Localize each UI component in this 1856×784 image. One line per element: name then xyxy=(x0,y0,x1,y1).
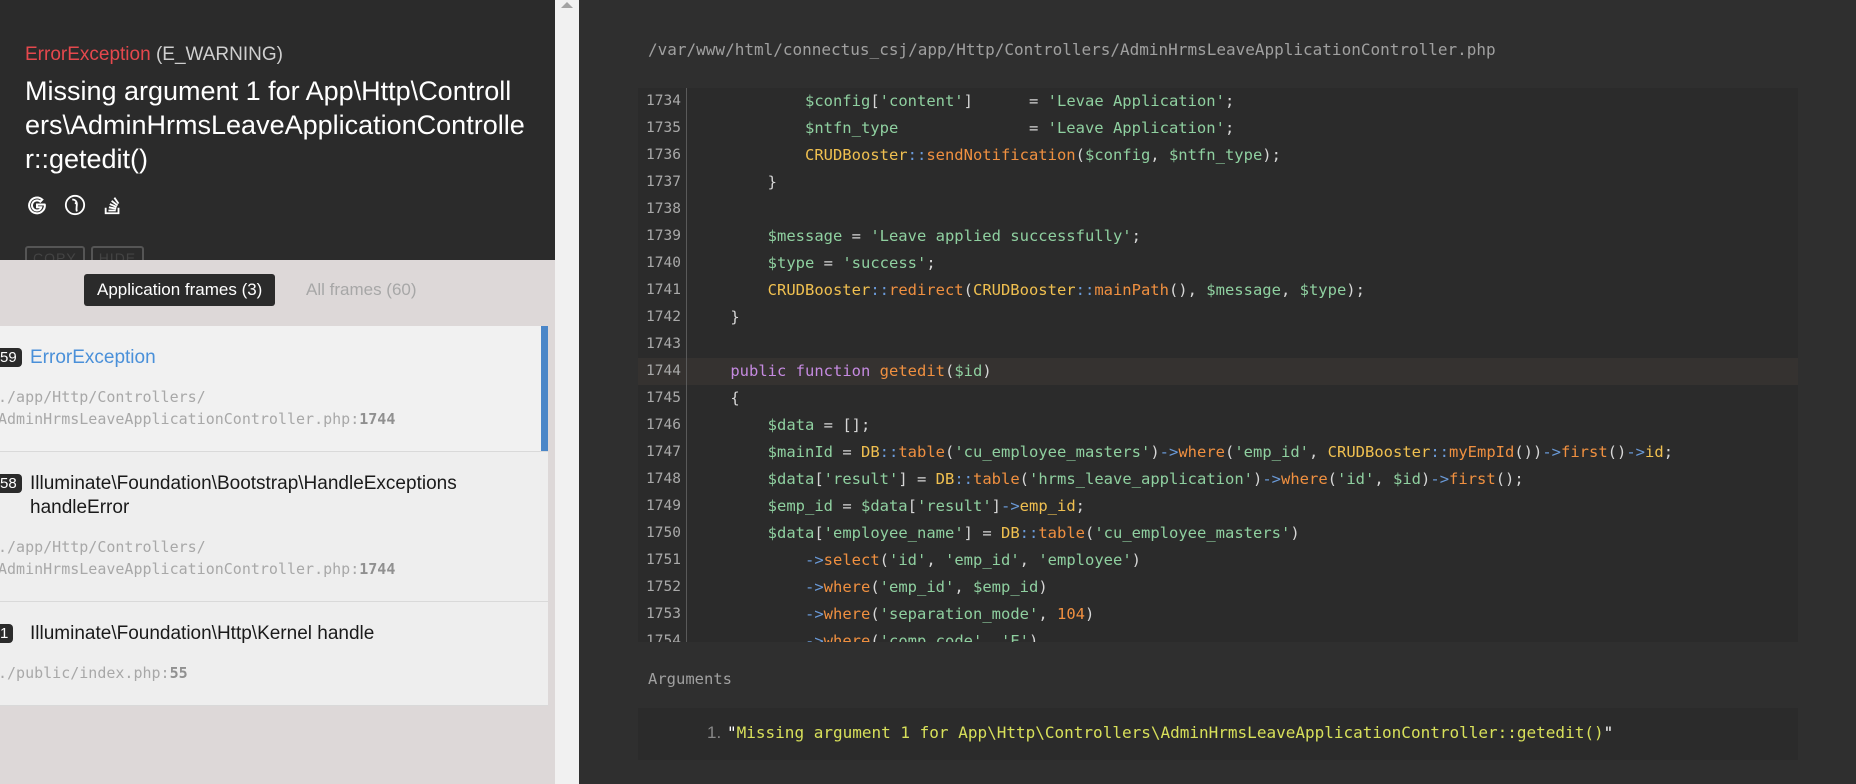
frame-line: 1744 xyxy=(359,560,396,578)
line-number: 1744 xyxy=(638,358,687,385)
frame-index: 1 xyxy=(0,624,14,643)
frame-line: 55 xyxy=(169,664,188,682)
frames-list: 59 ErrorException ./app/Http/Controllers… xyxy=(0,326,548,706)
code-panel: /var/www/html/connectus_csj/app/Http/Con… xyxy=(579,0,1856,784)
line-number: 1745 xyxy=(638,385,687,412)
frame-index: 59 xyxy=(0,348,22,367)
tab-application-frames[interactable]: Application frames (3) xyxy=(84,274,276,306)
frame-index: 58 xyxy=(0,474,22,493)
code-line: 1741 CRUDBooster::redirect(CRUDBooster::… xyxy=(638,277,1798,304)
frame-title: Illuminate\Foundation\Http\Kernel handle xyxy=(30,623,375,644)
line-number: 1747 xyxy=(638,439,687,466)
exception-type-line: ErrorException (E_WARNING) xyxy=(25,44,283,66)
line-number: 1740 xyxy=(638,250,687,277)
code-line: 1749 $emp_id = $data['result']->emp_id; xyxy=(638,493,1798,520)
exception-header: ErrorException (E_WARNING) Missing argum… xyxy=(0,0,555,260)
argument-value: "Missing argument 1 for App\Http\Control… xyxy=(727,723,1614,742)
code-line: 1752 ->where('emp_id', $emp_id) xyxy=(638,574,1798,601)
line-number: 1748 xyxy=(638,466,687,493)
frame-path: ./app/Http/Controllers/ AdminHrmsLeaveAp… xyxy=(0,538,396,578)
frame-item[interactable]: 1 Illuminate\Foundation\Http\Kernel hand… xyxy=(0,602,548,706)
highlighted-code-line: 1744 public function getedit($id) xyxy=(638,358,1798,385)
code-line: 1754 ->where('comp_code', 'E') xyxy=(638,628,1798,642)
code-line: 1753 ->where('separation_mode', 104) xyxy=(638,601,1798,628)
arguments-label: Arguments xyxy=(648,670,732,688)
arguments-box: 1. "Missing argument 1 for App\Http\Cont… xyxy=(638,708,1798,760)
code-line: 1737 } xyxy=(638,169,1798,196)
line-number: 1736 xyxy=(638,142,687,169)
line-number: 1743 xyxy=(638,331,687,358)
exception-class: ErrorException xyxy=(25,44,151,65)
line-number: 1749 xyxy=(638,493,687,520)
line-number: 1750 xyxy=(638,520,687,547)
code-line: 1750 $data['employee_name'] = DB::table(… xyxy=(638,520,1798,547)
frame-item[interactable]: 58 Illuminate\Foundation\Bootstrap\Handl… xyxy=(0,452,548,602)
line-number: 1751 xyxy=(638,547,687,574)
code-line: 1734 $config['content'] = 'Levae Applica… xyxy=(638,88,1798,115)
line-number: 1741 xyxy=(638,277,687,304)
search-icons xyxy=(25,193,125,217)
code-line: 1736 CRUDBooster::sendNotification($conf… xyxy=(638,142,1798,169)
duckduckgo-icon[interactable] xyxy=(63,193,87,217)
code-line: 1739 $message = 'Leave applied successfu… xyxy=(638,223,1798,250)
argument-index: 1. xyxy=(707,723,722,742)
scrollbar[interactable] xyxy=(555,0,579,784)
frame-line: 1744 xyxy=(359,410,396,428)
tab-all-frames[interactable]: All frames (60) xyxy=(306,280,417,300)
line-number: 1735 xyxy=(638,115,687,142)
code-line: 1745 { xyxy=(638,385,1798,412)
header-buttons: COPY HIDE xyxy=(25,246,145,260)
line-number: 1752 xyxy=(638,574,687,601)
scroll-up-arrow-icon[interactable] xyxy=(561,2,573,8)
frame-title: ErrorException xyxy=(30,347,156,368)
code-line: 1735 $ntfn_type = 'Leave Application'; xyxy=(638,115,1798,142)
line-number: 1739 xyxy=(638,223,687,250)
code-line: 1740 $type = 'success'; xyxy=(638,250,1798,277)
google-icon[interactable] xyxy=(25,193,49,217)
line-number: 1737 xyxy=(638,169,687,196)
code-line: 1751 ->select('id', 'emp_id', 'employee'… xyxy=(638,547,1798,574)
frame-item[interactable]: 59 ErrorException ./app/Http/Controllers… xyxy=(0,326,548,452)
code-line: 1747 $mainId = DB::table('cu_employee_ma… xyxy=(638,439,1798,466)
exception-message: Missing argument 1 for App\Http\Controll… xyxy=(25,76,525,174)
copy-button[interactable]: COPY xyxy=(25,246,85,260)
file-path: /var/www/html/connectus_csj/app/Http/Con… xyxy=(648,40,1496,59)
code-line: 1746 $data = []; xyxy=(638,412,1798,439)
code-line: 1742 } xyxy=(638,304,1798,331)
active-frame-indicator xyxy=(541,326,548,451)
code-line: 1738 xyxy=(638,196,1798,223)
frame-path: ./app/Http/Controllers/ AdminHrmsLeaveAp… xyxy=(0,388,396,428)
line-number: 1742 xyxy=(638,304,687,331)
line-number: 1754 xyxy=(638,628,687,642)
frame-tabs: Application frames (3) All frames (60) xyxy=(0,260,555,317)
left-panel: ErrorException (E_WARNING) Missing argum… xyxy=(0,0,555,784)
hide-button[interactable]: HIDE xyxy=(90,246,145,260)
line-number: 1738 xyxy=(638,196,687,223)
line-number: 1734 xyxy=(638,88,687,115)
code-line: 1743 xyxy=(638,331,1798,358)
exception-level: (E_WARNING) xyxy=(155,44,283,65)
line-number: 1746 xyxy=(638,412,687,439)
line-number: 1753 xyxy=(638,601,687,628)
code-viewer[interactable]: 1734 $config['content'] = 'Levae Applica… xyxy=(638,88,1798,642)
stackoverflow-icon[interactable] xyxy=(101,193,125,217)
code-line: 1748 $data['result'] = DB::table('hrms_l… xyxy=(638,466,1798,493)
frame-path: ./public/index.php:55 xyxy=(0,664,188,682)
frame-title: Illuminate\Foundation\Bootstrap\HandleEx… xyxy=(30,473,457,518)
